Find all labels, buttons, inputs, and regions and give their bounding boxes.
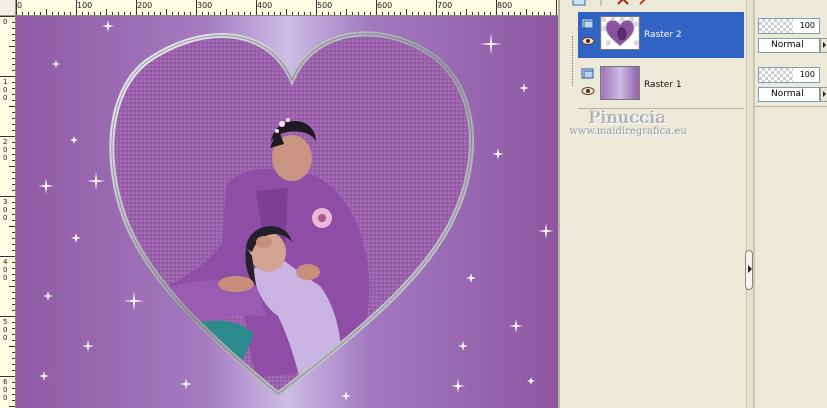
edit-layer-icon[interactable]	[638, 0, 652, 6]
ruler-v-label: 600	[3, 378, 8, 402]
delete-layer-icon[interactable]	[616, 0, 630, 6]
watermark-site: www.maidiregrafica.eu	[569, 126, 687, 137]
layers-palette: Raster 2 Raster 1	[566, 0, 746, 408]
layer-thumbnail	[600, 66, 640, 100]
ruler-h-label: 600	[377, 1, 393, 10]
ruler-h-label: 800	[497, 1, 513, 10]
vertical-ruler: 0 100 200 300 400 500 600	[0, 16, 16, 408]
ruler-v-label: 300	[3, 198, 8, 222]
ruler-v-label: 100	[3, 78, 8, 102]
visibility-eye-icon[interactable]	[581, 36, 595, 46]
ruler-h-label: 500	[317, 1, 333, 10]
props-divider	[754, 106, 827, 107]
layers-toolbar	[566, 0, 746, 8]
opacity-value: 100	[799, 70, 815, 79]
transparency-checker	[759, 68, 793, 82]
ruler-v-label: 200	[3, 138, 8, 162]
raster-layer-icon[interactable]	[581, 18, 595, 30]
ruler-h-label: 300	[197, 1, 213, 10]
watermark: Pinuccia www.maidiregrafica.eu	[558, 108, 698, 137]
visibility-eye-icon[interactable]	[581, 86, 595, 96]
ruler-v-label: 0	[3, 18, 8, 26]
canvas-area[interactable]: 0 100 200 300 400 500 600 700 800 0 100 …	[0, 0, 560, 408]
new-layer-icon[interactable]	[572, 0, 586, 6]
horizontal-ruler-ticks	[16, 0, 557, 15]
raster-layer-icon[interactable]	[581, 68, 595, 80]
panel-splitter[interactable]	[746, 0, 754, 408]
opacity-slider-raster-1[interactable]: 100	[758, 67, 820, 83]
ruler-v-label: 500	[3, 318, 8, 342]
opacity-slider-raster-2[interactable]: 100	[758, 18, 820, 34]
blend-mode-arrow-icon[interactable]	[820, 87, 827, 102]
blend-mode-arrow-icon[interactable]	[820, 38, 827, 53]
ruler-h-label: 200	[137, 1, 153, 10]
blend-mode-select-raster-2[interactable]: Normal	[758, 38, 820, 53]
ruler-v-label: 400	[3, 258, 8, 282]
layer-properties-column: 100 Normal 100 Normal	[754, 0, 827, 408]
horizontal-ruler: 0 100 200 300 400 500 600 700 800	[16, 0, 558, 16]
ruler-corner	[0, 0, 16, 16]
layer-row-raster-2[interactable]: Raster 2	[578, 12, 744, 58]
ruler-h-label: 700	[437, 1, 453, 10]
ruler-h-label: 100	[77, 1, 93, 10]
ruler-h-label: 0	[17, 1, 23, 10]
layer-name[interactable]: Raster 2	[644, 30, 682, 40]
toolbar-divider-icon	[600, 0, 602, 6]
document-image[interactable]	[16, 16, 558, 408]
layer-row-raster-1[interactable]: Raster 1	[578, 62, 744, 108]
ruler-h-label: 400	[257, 1, 273, 10]
layer-name[interactable]: Raster 1	[644, 80, 682, 90]
chevron-right-icon	[748, 265, 752, 273]
layer-tree-line	[572, 36, 576, 86]
blend-mode-select-raster-1[interactable]: Normal	[758, 87, 820, 102]
canvas-border	[558, 0, 560, 408]
props-border	[754, 0, 755, 408]
opacity-value: 100	[799, 21, 815, 30]
transparency-checker	[759, 19, 793, 33]
layer-thumbnail	[600, 16, 640, 50]
collapse-handle[interactable]	[745, 250, 753, 290]
watermark-name: Pinuccia	[589, 108, 667, 128]
